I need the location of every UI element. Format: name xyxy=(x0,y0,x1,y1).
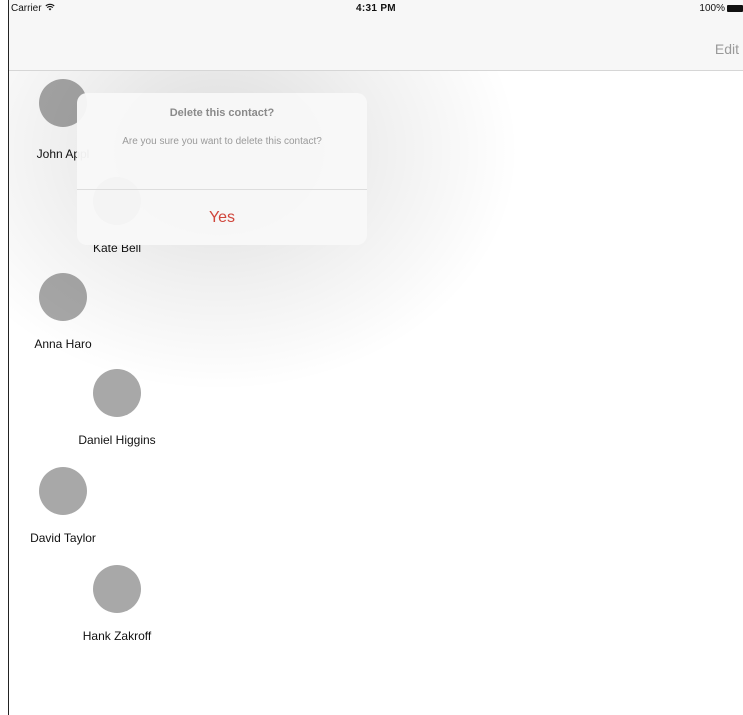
contacts-screen: Carrier 4:31 PM 100% Edit John Appl Kate… xyxy=(0,0,743,715)
contact-item[interactable]: David Taylor xyxy=(8,467,118,545)
status-bar: Carrier 4:31 PM 100% xyxy=(9,0,743,20)
contact-item[interactable]: Hank Zakroff xyxy=(62,565,172,643)
avatar xyxy=(39,273,87,321)
status-time: 4:31 PM xyxy=(356,3,396,14)
battery-icon xyxy=(727,5,743,12)
contact-name: Daniel Higgins xyxy=(78,433,156,447)
avatar xyxy=(93,565,141,613)
contact-item[interactable]: Daniel Higgins xyxy=(62,369,172,447)
status-battery-group: 100% xyxy=(699,3,743,14)
avatar xyxy=(93,369,141,417)
alert-title: Delete this contact? xyxy=(169,107,275,119)
alert-message: Are you sure you want to delete this con… xyxy=(122,136,322,147)
avatar xyxy=(39,467,87,515)
edit-button[interactable]: Edit xyxy=(715,41,739,57)
yes-button[interactable]: Yes xyxy=(77,190,367,245)
contact-name: Hank Zakroff xyxy=(82,629,152,643)
battery-percent: 100% xyxy=(699,3,725,14)
contact-name: Anna Haro xyxy=(34,337,92,351)
navigation-bar: Edit xyxy=(9,20,743,71)
contact-name: David Taylor xyxy=(30,531,96,545)
contact-item[interactable]: Anna Haro xyxy=(8,273,118,351)
delete-contact-alert: Delete this contact? Are you sure you wa… xyxy=(77,93,367,245)
